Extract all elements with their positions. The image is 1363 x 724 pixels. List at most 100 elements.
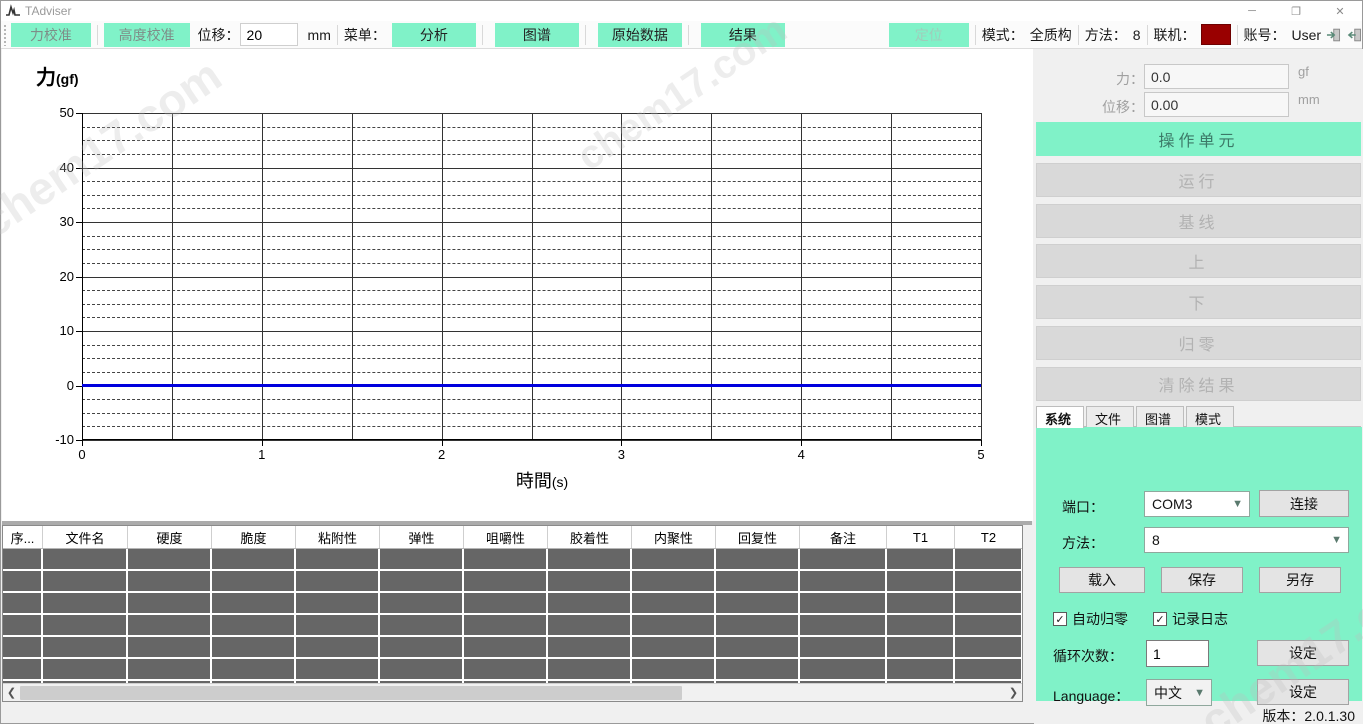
method-select[interactable]: 8 ▼ (1144, 527, 1349, 553)
port-label: 端口： (1062, 497, 1104, 517)
app-title: TAdviser (25, 4, 71, 18)
settings-tabstrip: 系统文件图谱模式 (1036, 406, 1361, 427)
method-label: 方法： (1085, 25, 1127, 45)
right-panel: 力： gf 位移： mm 操作单元运行基线上下归零清除结果 系统文件图谱模式 端… (1034, 49, 1363, 724)
displacement-readout-field[interactable] (1144, 92, 1289, 117)
table-row[interactable] (3, 615, 1022, 635)
x-tick-label: 5 (961, 447, 1001, 462)
force-readout-field[interactable] (1144, 64, 1289, 89)
column-header-12[interactable]: T1 (887, 526, 955, 548)
column-header-11[interactable]: 备注 (800, 526, 887, 548)
table-cell (380, 593, 462, 613)
column-header-6[interactable]: 弹性 (380, 526, 464, 548)
table-cell (632, 659, 714, 679)
connect-button[interactable]: 连接 (1259, 490, 1349, 517)
column-header-7[interactable]: 咀嚼性 (464, 526, 548, 548)
table-cell (296, 549, 378, 569)
tab-2[interactable]: 文件 (1086, 406, 1134, 427)
online-status-indicator (1201, 24, 1230, 45)
chevron-down-icon: ▼ (1232, 498, 1243, 510)
displacement-unit: mm (308, 27, 331, 43)
chart-region: 力(gf) -1001020304050012345 時間(s) (2, 49, 1033, 521)
x-tick-label: 1 (242, 447, 282, 462)
port-select[interactable]: COM3 ▼ (1144, 491, 1250, 517)
action-button-6[interactable]: 归零 (1036, 326, 1361, 360)
table-cell (212, 615, 294, 635)
table-cell (3, 615, 41, 635)
table-cell (43, 615, 126, 635)
table-cell (716, 549, 798, 569)
column-header-9[interactable]: 内聚性 (632, 526, 716, 548)
y-tick-label: -10 (34, 432, 74, 447)
column-header-10[interactable]: 回复性 (716, 526, 800, 548)
action-button-1[interactable]: 操作单元 (1036, 122, 1361, 156)
language-set-button[interactable]: 设定 (1257, 679, 1349, 705)
table-cell (800, 571, 885, 591)
save-as-button[interactable]: 另存 (1259, 567, 1341, 593)
table-cell (548, 571, 630, 591)
tab-3[interactable]: 图谱 (1136, 406, 1184, 427)
table-cell (380, 549, 462, 569)
scroll-left-icon[interactable]: ❮ (3, 684, 20, 701)
menu-item-4[interactable]: 结果 (701, 23, 785, 47)
log-checkbox[interactable]: ✓ 记录日志 (1153, 609, 1228, 629)
force-calibration-button[interactable]: 力校准 (11, 23, 91, 47)
chevron-down-icon: ▼ (1194, 687, 1205, 699)
save-button[interactable]: 保存 (1161, 567, 1243, 593)
column-header-4[interactable]: 脆度 (212, 526, 296, 548)
action-button-3[interactable]: 基线 (1036, 204, 1361, 238)
table-cell (296, 659, 378, 679)
table-row[interactable] (3, 593, 1022, 613)
cycles-set-button[interactable]: 设定 (1257, 640, 1349, 666)
app-window: TAdviser ─ ❐ ✕ 力校准 高度校准 位移： mm 菜单： 分析图谱原… (0, 0, 1363, 724)
height-calibration-button[interactable]: 高度校准 (104, 23, 190, 47)
table-cell (632, 637, 714, 657)
table-cell (464, 637, 546, 657)
table-cell (43, 549, 126, 569)
close-icon[interactable]: ✕ (1318, 1, 1362, 21)
scrollbar-thumb[interactable] (20, 686, 682, 700)
column-header-5[interactable]: 粘附性 (296, 526, 380, 548)
y-tick-label: 0 (34, 378, 74, 393)
cycles-input[interactable] (1146, 640, 1209, 667)
table-cell (887, 549, 953, 569)
locate-button[interactable]: 定位 (889, 23, 969, 47)
action-button-5[interactable]: 下 (1036, 285, 1361, 319)
column-header-8[interactable]: 胶着性 (548, 526, 632, 548)
gridline-major (82, 440, 981, 441)
language-select[interactable]: 中文 ▼ (1146, 679, 1212, 706)
scroll-right-icon[interactable]: ❯ (1005, 684, 1022, 701)
restore-icon[interactable]: ❐ (1274, 1, 1318, 21)
action-button-7[interactable]: 清除结果 (1036, 367, 1361, 401)
table-cell (296, 571, 378, 591)
table-row[interactable] (3, 637, 1022, 657)
language-label: Language： (1053, 686, 1129, 706)
table-row[interactable] (3, 549, 1022, 569)
tab-1[interactable]: 系统 (1036, 406, 1084, 428)
load-button[interactable]: 载入 (1059, 567, 1145, 593)
menu-item-3[interactable]: 原始数据 (598, 23, 682, 47)
column-header-3[interactable]: 硬度 (128, 526, 212, 548)
version-label: 版本：2.0.1.30 (1262, 706, 1355, 724)
table-row[interactable] (3, 659, 1022, 679)
minimize-icon[interactable]: ─ (1230, 1, 1274, 21)
auto-zero-checkbox[interactable]: ✓ 自动归零 (1053, 609, 1128, 629)
table-cell (548, 593, 630, 613)
login-icon[interactable] (1326, 27, 1341, 43)
column-header-13[interactable]: T2 (955, 526, 1023, 548)
column-header-2[interactable]: 文件名 (43, 526, 128, 548)
column-header-1[interactable]: 序... (3, 526, 43, 548)
x-tick (442, 440, 443, 446)
table-cell (716, 637, 798, 657)
table-cell (212, 637, 294, 657)
logout-icon[interactable] (1347, 27, 1362, 43)
menu-item-1[interactable]: 分析 (392, 23, 476, 47)
menu-item-2[interactable]: 图谱 (495, 23, 579, 47)
horizontal-scrollbar[interactable]: ❮ ❯ (3, 683, 1022, 701)
displacement-input[interactable] (240, 23, 298, 46)
table-row[interactable] (3, 571, 1022, 591)
action-button-4[interactable]: 上 (1036, 244, 1361, 278)
toolbar-grip[interactable] (3, 24, 7, 46)
tab-4[interactable]: 模式 (1186, 406, 1234, 427)
action-button-2[interactable]: 运行 (1036, 163, 1361, 197)
